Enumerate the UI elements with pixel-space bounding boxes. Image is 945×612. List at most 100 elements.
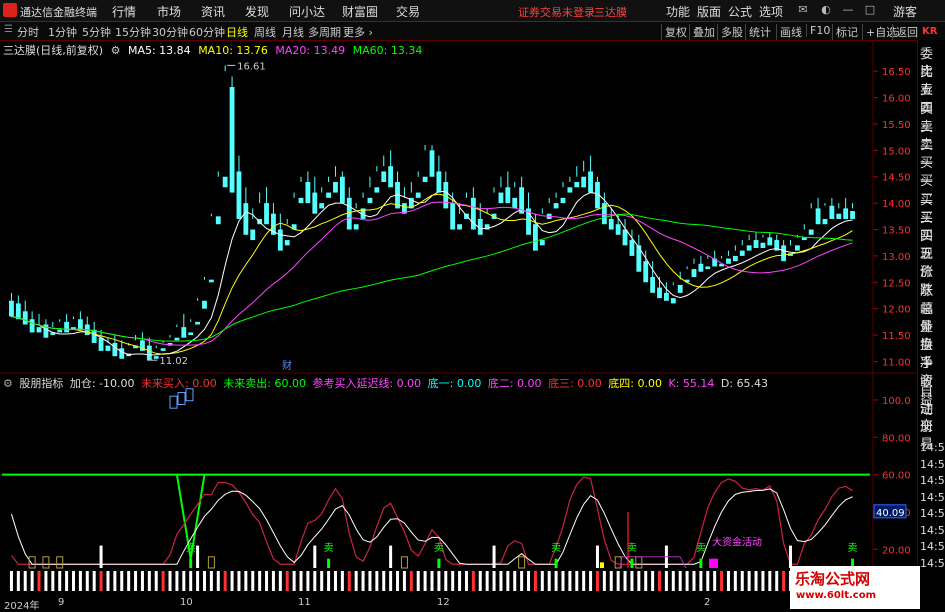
candle-body: [553, 203, 559, 209]
guest-label[interactable]: 游客: [893, 3, 917, 20]
candle-body: [436, 171, 442, 193]
period-monthly[interactable]: 月线: [282, 24, 304, 40]
indicator-name[interactable]: 股朋指标: [19, 377, 63, 390]
strip-bar: [51, 571, 55, 591]
maximize-icon[interactable]: □: [863, 3, 877, 16]
candle-body: [746, 245, 752, 251]
candle-body: [533, 224, 538, 251]
settings-icon[interactable]: ⚙: [111, 44, 121, 57]
period-fenshi[interactable]: 分时: [17, 24, 39, 40]
period-weekly[interactable]: 周线: [254, 24, 276, 40]
capital-label: 大资金活动: [712, 536, 762, 549]
strip-bar: [754, 571, 758, 591]
login-notice[interactable]: 证券交易未登录: [518, 4, 595, 20]
menu-faxian[interactable]: 发现: [245, 3, 269, 20]
candle-body: [698, 263, 704, 272]
btn-tongji[interactable]: 统计: [745, 24, 771, 40]
strip-bar: [209, 571, 213, 591]
price-tick-label: 13.50: [882, 226, 911, 237]
yellow-bar: [600, 562, 604, 568]
ma10-value: MA10: 13.76: [198, 44, 268, 57]
price-tick-label: 15.00: [882, 146, 911, 157]
menu-shichang[interactable]: 市场: [157, 3, 181, 20]
bottom-box: [42, 556, 50, 569]
menu-wenxiaoda[interactable]: 问小达: [289, 3, 325, 20]
strip-bar: [175, 571, 179, 591]
btn-fuquan[interactable]: 复权: [661, 24, 687, 40]
period-5min[interactable]: 5分钟: [82, 24, 111, 40]
strip-bar: [134, 571, 138, 591]
menu-banmian[interactable]: 版面: [697, 3, 721, 20]
skin-icon[interactable]: ◐: [819, 3, 833, 16]
candle-body: [346, 197, 352, 230]
btn-back[interactable]: 返回: [892, 24, 918, 40]
menu-gongshi[interactable]: 公式: [728, 3, 752, 20]
candle-body: [160, 348, 166, 351]
candle-body: [836, 213, 842, 219]
candle-body: [505, 187, 511, 204]
candle-body: [732, 255, 738, 262]
date-month-12: 12: [437, 597, 450, 608]
menu-xuanxiang[interactable]: 选项: [759, 3, 783, 20]
strip-bar: [678, 571, 682, 591]
strip-bar: [513, 571, 517, 591]
strip-bar: [285, 571, 289, 591]
period-15min[interactable]: 15分钟: [115, 24, 151, 40]
d-line: [10, 488, 853, 565]
candles: [9, 65, 855, 361]
candle-body: [326, 192, 331, 198]
btn-diejia[interactable]: 叠加: [689, 24, 715, 40]
strip-bar: [106, 571, 110, 591]
sell-marker: 卖: [696, 542, 706, 554]
strip-bar: [389, 571, 393, 591]
indicator-settings-icon[interactable]: ⚙: [3, 377, 13, 390]
period-more[interactable]: 更多 ›: [343, 24, 373, 40]
trade-time: 14:55: [920, 457, 945, 471]
menu-zixun[interactable]: 资讯: [201, 3, 225, 20]
strip-bar: [354, 571, 358, 591]
price-tick-label: 14.50: [882, 173, 911, 184]
strip-bar: [223, 571, 227, 591]
trade-time: 14:55: [920, 490, 945, 504]
strip-bar: [602, 571, 606, 591]
btn-f10[interactable]: F10: [806, 24, 830, 37]
sell-bar: [189, 558, 193, 568]
period-multi[interactable]: 多周期: [308, 24, 341, 40]
minimize-icon[interactable]: —: [841, 3, 855, 16]
period-daily[interactable]: 日线: [226, 24, 248, 40]
ma10-line: [11, 193, 853, 355]
menu-hangqing[interactable]: 行情: [112, 3, 136, 20]
candle-body: [753, 240, 759, 248]
btn-biaoji[interactable]: 标记: [832, 24, 858, 40]
menu-jiaoyi[interactable]: 交易: [396, 3, 420, 20]
period-60min[interactable]: 60分钟: [189, 24, 225, 40]
menu-caifuquan[interactable]: 财富圈: [342, 3, 378, 20]
chart-area[interactable]: 16.50 16.00 15.50 15.00 14.50 14.00 13.50 13.00…: [0, 40, 917, 609]
period-30min[interactable]: 30分钟: [152, 24, 188, 40]
strip-bar: [278, 571, 282, 591]
strip-bar: [244, 571, 248, 591]
strip-bar: [147, 571, 151, 591]
candle-body: [367, 197, 373, 204]
mail-icon[interactable]: ✉: [796, 3, 810, 16]
ind-tick-label: 80.00: [882, 433, 911, 444]
candle-body: [208, 279, 214, 283]
strip-bar: [202, 571, 206, 591]
candle-body: [188, 332, 194, 336]
strip-bar: [216, 571, 220, 591]
indicator-bars: 卖卖卖卖卖卖卖大资金活动: [9, 388, 858, 591]
btn-huaxian[interactable]: 画线: [776, 24, 802, 40]
di4-value: 底四: 0.00: [608, 377, 662, 390]
candle-body: [850, 211, 855, 219]
menu-gongneng[interactable]: 功能: [666, 3, 690, 20]
list-icon[interactable]: ☰: [4, 24, 14, 36]
top-box: [169, 395, 178, 409]
strip-bar: [444, 571, 448, 591]
candle-body: [629, 240, 635, 256]
strip-bar: [23, 571, 27, 591]
bottom-box: [56, 556, 64, 569]
btn-duogu[interactable]: 多股: [717, 24, 743, 40]
candle-body: [567, 187, 573, 193]
strip-bar: [554, 571, 558, 591]
period-1min[interactable]: 1分钟: [48, 24, 77, 40]
